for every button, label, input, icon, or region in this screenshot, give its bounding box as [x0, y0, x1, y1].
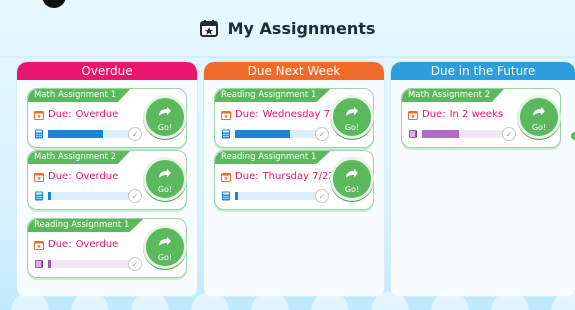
go-button-label: Go!: [157, 122, 173, 132]
calendar-icon: [221, 172, 231, 182]
due-prefix: Due:: [48, 109, 72, 120]
assignment-card[interactable]: Reading Assignment 1 Due: Wednesday 7/21…: [214, 88, 374, 148]
due-prefix: Due:: [48, 171, 72, 182]
progress-bar: ✓: [422, 127, 516, 141]
column-overdue: Overdue Math Assignment 1 Due: Overdue ✓…: [17, 62, 197, 296]
check-icon: ✓: [502, 127, 516, 141]
assignment-card[interactable]: Math Assignment 1 Due: Overdue ✓ Go!: [27, 88, 187, 148]
progress-fill: [48, 192, 51, 200]
assignment-label: Math Assignment 2: [402, 89, 505, 102]
calendar-icon: [34, 172, 44, 182]
go-button-label: Go!: [344, 184, 360, 194]
progress-bar: ✓: [48, 257, 142, 271]
connector-dot: [571, 132, 575, 140]
progress-row: ✓: [34, 257, 142, 271]
go-button[interactable]: Go!: [517, 95, 561, 139]
calculator-icon: [221, 129, 231, 139]
progress-bar: ✓: [48, 127, 142, 141]
go-button[interactable]: Go!: [330, 95, 374, 139]
calendar-icon: [34, 110, 44, 120]
calendar-icon: [408, 110, 418, 120]
assignment-label: Reading Assignment 1: [215, 89, 331, 102]
progress-bar: ✓: [235, 189, 329, 203]
book-icon: [408, 129, 418, 139]
due-prefix: Due:: [422, 109, 446, 120]
go-button[interactable]: Go!: [143, 95, 187, 139]
go-button-label: Go!: [531, 122, 547, 132]
calculator-icon: [34, 129, 44, 139]
arrow-go-icon: [532, 103, 546, 122]
arrow-go-icon: [345, 165, 359, 184]
go-button-label: Go!: [344, 122, 360, 132]
check-icon: ✓: [128, 257, 142, 271]
due-value: Overdue: [75, 239, 119, 250]
calculator-icon: [34, 191, 44, 201]
book-icon: [34, 259, 44, 269]
progress-bar: ✓: [48, 189, 142, 203]
progress-fill: [48, 130, 103, 138]
arrow-go-icon: [158, 103, 172, 122]
due-line: Due: Wednesday 7/21: [221, 109, 346, 120]
assignment-card[interactable]: Reading Assignment 1 Due: Thursday 7/22 …: [214, 150, 374, 210]
calendar-icon: [221, 110, 231, 120]
assignment-card[interactable]: Reading Assignment 1 Due: Overdue ✓ Go!: [27, 218, 187, 278]
due-line: Due: In 2 weeks: [408, 109, 503, 120]
go-button[interactable]: Go!: [330, 157, 374, 201]
column-title: Due Next Week: [204, 62, 384, 80]
progress-row: ✓: [221, 127, 329, 141]
column-due-next-week: Due Next Week Reading Assignment 1 Due: …: [204, 62, 384, 296]
progress-row: ✓: [221, 189, 329, 203]
calculator-icon: [221, 191, 231, 201]
check-icon: ✓: [315, 189, 329, 203]
go-button[interactable]: Go!: [143, 225, 187, 269]
progress-bar: ✓: [235, 127, 329, 141]
column-title: Due in the Future: [391, 62, 575, 80]
due-prefix: Due:: [235, 171, 259, 182]
assignment-card[interactable]: Math Assignment 2 Due: Overdue ✓ Go!: [27, 150, 187, 210]
column-due-in-the-future: Due in the Future Math Assignment 2 Due:…: [391, 62, 575, 296]
due-line: Due: Overdue: [34, 239, 118, 250]
arrow-go-icon: [345, 103, 359, 122]
go-button-label: Go!: [157, 252, 173, 262]
assignment-label: Math Assignment 2: [28, 151, 131, 164]
go-button-label: Go!: [157, 184, 173, 194]
progress-fill: [235, 130, 290, 138]
check-icon: ✓: [315, 127, 329, 141]
due-value: In 2 weeks: [449, 109, 504, 120]
progress-row: ✓: [408, 127, 516, 141]
column-title: Overdue: [17, 62, 197, 80]
progress-fill: [422, 130, 459, 138]
background-clouds: [0, 290, 575, 310]
go-button[interactable]: Go!: [143, 157, 187, 201]
assignment-card[interactable]: Math Assignment 2 Due: In 2 weeks ✓ Go!: [401, 88, 561, 148]
arrow-go-icon: [158, 165, 172, 184]
assignment-label: Reading Assignment 1: [215, 151, 331, 164]
assignment-label: Reading Assignment 1: [28, 219, 144, 232]
header: My Assignments: [0, 0, 575, 58]
page-title: My Assignments: [227, 18, 376, 38]
due-prefix: Due:: [235, 109, 259, 120]
assignment-label: Math Assignment 1: [28, 89, 131, 102]
progress-row: ✓: [34, 189, 142, 203]
progress-fill: [48, 260, 51, 268]
arrow-go-icon: [158, 233, 172, 252]
calendar-icon: [34, 240, 44, 250]
due-line: Due: Overdue: [34, 171, 118, 182]
due-line: Due: Thursday 7/22: [221, 171, 335, 182]
due-line: Due: Overdue: [34, 109, 118, 120]
progress-fill: [235, 192, 238, 200]
due-value: Overdue: [75, 171, 119, 182]
calendar-icon: [199, 19, 218, 37]
due-prefix: Due:: [48, 239, 72, 250]
check-icon: ✓: [128, 189, 142, 203]
progress-row: ✓: [34, 127, 142, 141]
due-value: Thursday 7/22: [262, 171, 335, 182]
due-value: Overdue: [75, 109, 119, 120]
check-icon: ✓: [128, 127, 142, 141]
